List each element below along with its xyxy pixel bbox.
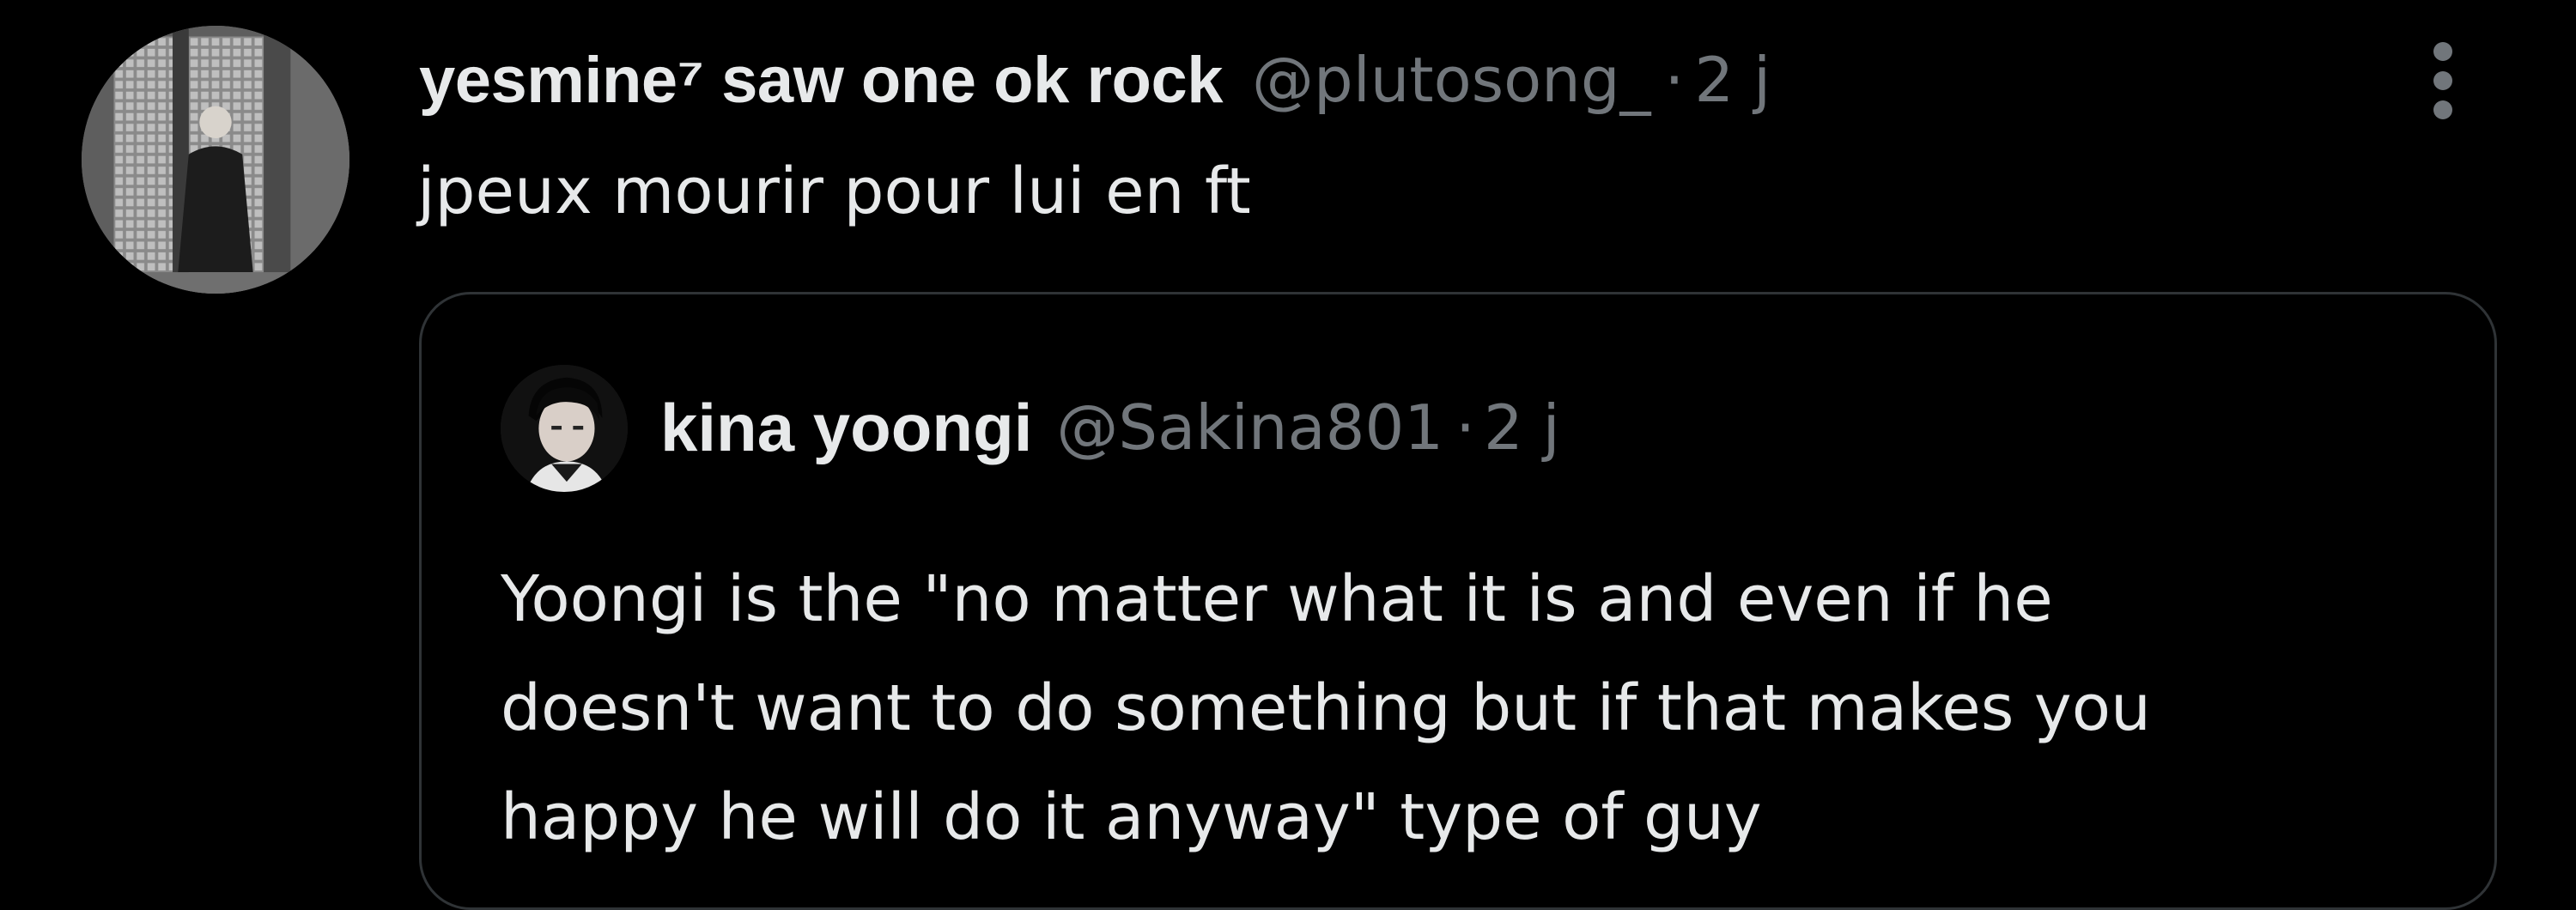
- author-display-name[interactable]: yesmine⁷ saw one ok rock: [419, 43, 1224, 118]
- author-avatar[interactable]: [82, 26, 349, 294]
- separator-dot: ·: [1455, 391, 1475, 464]
- tweet-header: yesmine⁷ saw one ok rock @plutosong_ · 2…: [419, 33, 1771, 127]
- kebab-vertical-icon-dot: [2433, 100, 2452, 119]
- author-avatar-image: [82, 26, 349, 294]
- quoted-author-display-name[interactable]: kina yoongi: [660, 389, 1032, 467]
- quoted-tweet-text-line: Yoongi is the "no matter what it is and …: [501, 562, 2053, 636]
- kebab-vertical-icon: [2433, 42, 2452, 61]
- quoted-tweet-timestamp[interactable]: 2 j: [1484, 391, 1560, 464]
- tweet-timestamp[interactable]: 2 j: [1694, 44, 1771, 116]
- quoted-author-avatar[interactable]: [501, 365, 628, 492]
- author-handle[interactable]: @plutosong_: [1252, 44, 1651, 116]
- quoted-author-avatar-image: [501, 365, 628, 492]
- tweet-text: jpeux mourir pour lui en ft: [417, 155, 1251, 228]
- tweet[interactable]: yesmine⁷ saw one ok rock @plutosong_ · 2…: [0, 0, 2576, 910]
- quoted-tweet-text: Yoongi is the "no matter what it is and …: [501, 545, 2458, 872]
- quoted-tweet-header: kina yoongi @Sakina801 · 2 j: [660, 380, 1560, 475]
- quoted-author-handle[interactable]: @Sakina801: [1056, 391, 1443, 464]
- separator-dot: ·: [1664, 44, 1685, 116]
- more-options-button[interactable]: [2404, 29, 2482, 132]
- quoted-tweet-text-line: doesn't want to do something but if that…: [501, 671, 2151, 745]
- kebab-vertical-icon-dot: [2433, 71, 2452, 90]
- quoted-tweet-text-line: happy he will do it anyway" type of guy: [501, 780, 1762, 854]
- quoted-tweet-card[interactable]: kina yoongi @Sakina801 · 2 j Yoongi is t…: [419, 292, 2497, 910]
